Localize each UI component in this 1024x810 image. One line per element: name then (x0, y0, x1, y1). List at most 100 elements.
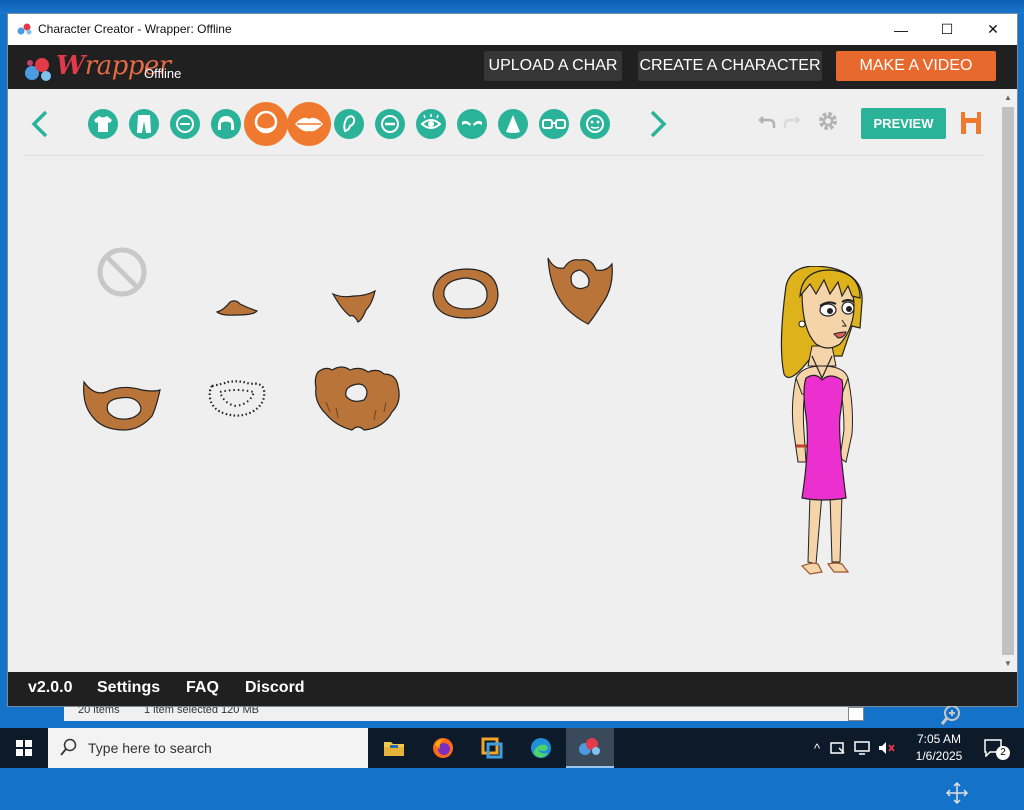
settings-link[interactable]: Settings (97, 679, 160, 697)
taskbar-app-3[interactable] (468, 728, 516, 768)
volume-muted-icon[interactable] (878, 741, 896, 755)
search-placeholder: Type here to search (88, 740, 212, 756)
edge-icon (531, 738, 551, 758)
taskbar-firefox[interactable] (419, 728, 467, 768)
make-video-button[interactable]: MAKE A VIDEO (836, 51, 996, 81)
category-shirt[interactable] (88, 109, 118, 139)
character-preview[interactable] (772, 266, 882, 584)
tiles-view-icon[interactable] (848, 707, 864, 721)
undo-icon (758, 116, 776, 128)
clock-time: 7:05 AM (916, 732, 962, 746)
undo-button[interactable] (758, 111, 776, 135)
chevron-right-icon (650, 110, 667, 138)
save-button[interactable] (960, 111, 982, 140)
app-icon (17, 23, 32, 35)
redo-button[interactable] (783, 111, 801, 135)
system-tray: ^ (814, 728, 896, 768)
faq-link[interactable]: FAQ (186, 679, 219, 697)
minimize-button[interactable]: — (878, 14, 924, 45)
vertical-scrollbar[interactable]: ▲ ▼ (1000, 89, 1017, 672)
chevron-up-icon[interactable]: ^ (814, 741, 820, 756)
firefox-icon (433, 738, 453, 758)
app-footer: v2.0.0 Settings FAQ Discord (8, 672, 1017, 706)
beard-option-3[interactable] (330, 286, 378, 324)
category-eyes-face[interactable] (375, 109, 405, 139)
preview-button[interactable]: PREVIEW (861, 108, 946, 139)
prev-category-arrow[interactable] (30, 109, 50, 145)
ear-icon (343, 115, 356, 133)
nose-icon (506, 115, 520, 133)
shirt-icon (94, 116, 112, 132)
settings-gear-button[interactable] (816, 109, 840, 140)
category-beard[interactable] (244, 102, 288, 146)
mask-icon (586, 115, 604, 133)
category-glasses[interactable] (539, 109, 569, 139)
beard-icon (254, 110, 278, 134)
taskbar-file-explorer[interactable] (370, 728, 418, 768)
next-category-arrow[interactable] (648, 109, 668, 145)
beard-option-8[interactable] (312, 362, 404, 434)
title-bar: Character Creator - Wrapper: Offline — ☐… (8, 14, 1017, 45)
category-hair[interactable] (211, 109, 241, 139)
beard-option-7[interactable] (206, 378, 268, 420)
category-mask[interactable] (580, 109, 610, 139)
desktop-background (0, 0, 1024, 14)
category-toolbar: PREVIEW (8, 89, 1000, 155)
close-button[interactable]: ✕ (970, 14, 1016, 45)
notification-center[interactable]: 2 (984, 728, 1010, 768)
category-face[interactable] (170, 109, 200, 139)
folder-icon (384, 742, 404, 756)
mouth-icon (295, 117, 323, 132)
discord-link[interactable]: Discord (245, 679, 305, 697)
maximize-button[interactable]: ☐ (924, 14, 970, 45)
clock-date: 1/6/2025 (915, 749, 963, 763)
search-icon (60, 738, 77, 756)
beard-option-5[interactable] (544, 252, 616, 326)
creator-workspace (8, 156, 1000, 805)
scrollbar-thumb[interactable] (1002, 107, 1014, 655)
upload-char-button[interactable]: UPLOAD A CHAR (484, 51, 622, 81)
chevron-left-icon (31, 110, 48, 138)
taskbar-search[interactable]: Type here to search (48, 728, 368, 768)
taskbar-edge[interactable] (517, 728, 565, 768)
glasses-icon (542, 119, 566, 129)
face-icon (176, 115, 194, 133)
eyebrow-icon (462, 120, 482, 126)
category-nose[interactable] (498, 109, 528, 139)
start-button[interactable] (0, 728, 48, 768)
scroll-up-icon[interactable]: ▲ (1004, 93, 1012, 102)
taskbar-wrapper-offline[interactable] (566, 728, 614, 768)
category-mouth[interactable] (287, 102, 331, 146)
network-status-icon[interactable] (830, 741, 846, 755)
wrapper-app-icon (579, 738, 600, 755)
display-icon[interactable] (854, 741, 870, 755)
beard-option-none[interactable] (96, 246, 148, 298)
redo-icon (783, 116, 801, 128)
beard-option-6[interactable] (80, 376, 164, 434)
eye-face-icon (381, 115, 399, 133)
notification-count-badge: 2 (996, 746, 1010, 760)
windows-logo-icon (16, 740, 32, 756)
create-character-button[interactable]: CREATE A CHARACTER (638, 51, 822, 81)
save-icon (961, 112, 981, 134)
category-pants[interactable] (129, 109, 159, 139)
logo-offline-label: Offline (144, 66, 182, 81)
beard-option-4[interactable] (430, 266, 502, 322)
taskbar-clock[interactable]: 7:05 AM 1/6/2025 (900, 731, 978, 765)
category-eyes[interactable] (416, 109, 446, 139)
hair-icon (217, 116, 235, 130)
scroll-down-icon[interactable]: ▼ (1004, 659, 1012, 668)
eye-icon (420, 114, 442, 129)
move-handle[interactable] (945, 781, 969, 810)
category-eyebrows[interactable] (457, 109, 487, 139)
pants-icon (137, 115, 151, 133)
zoom-in-button[interactable] (940, 704, 962, 731)
wrapper-logo[interactable]: Wrapper Offline (24, 51, 194, 85)
window-app-icon (481, 737, 503, 759)
beard-option-2[interactable] (214, 296, 260, 318)
category-ear[interactable] (334, 109, 364, 139)
character-creator-window: Character Creator - Wrapper: Offline — ☐… (8, 14, 1017, 805)
app-header: Wrapper Offline UPLOAD A CHAR CREATE A C… (8, 45, 1017, 89)
move-icon (945, 781, 969, 805)
zoom-in-icon (940, 705, 960, 725)
